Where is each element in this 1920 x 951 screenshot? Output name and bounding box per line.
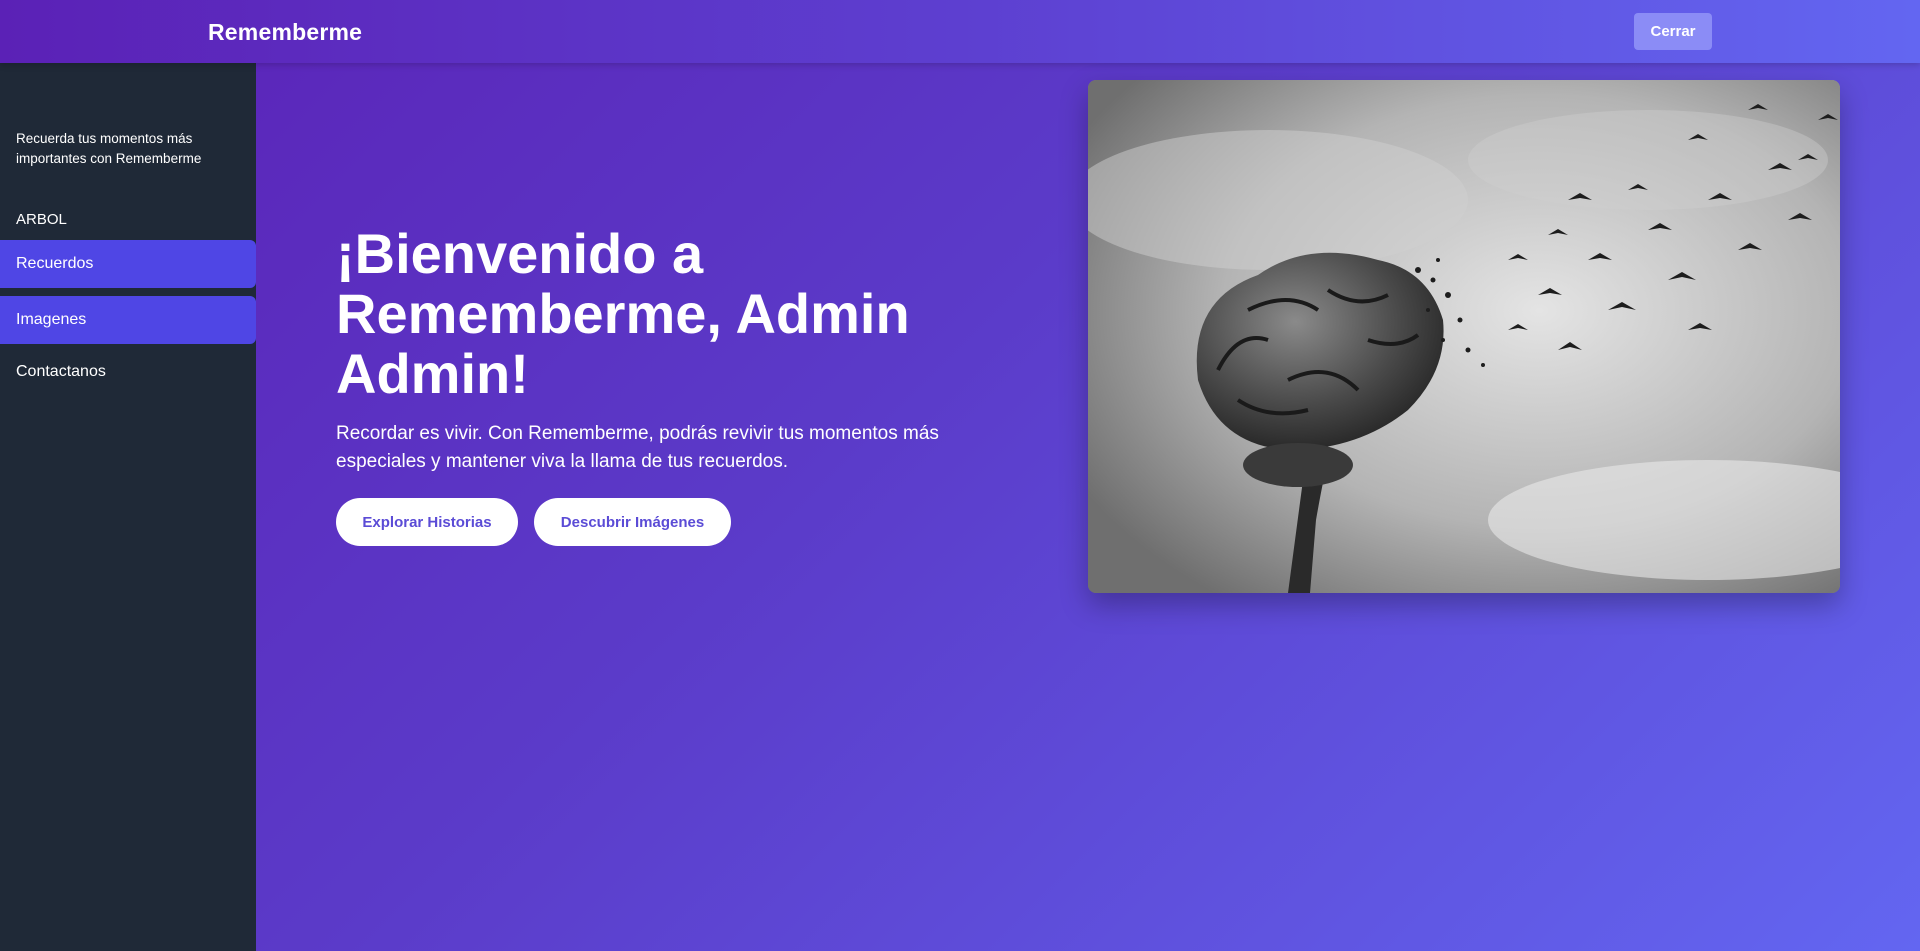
sidebar-section-label: ARBOL: [16, 211, 67, 228]
sidebar: Recuerda tus momentos más importantes co…: [0, 63, 256, 951]
hero-image: [1088, 80, 1840, 593]
sidebar-item-imagenes[interactable]: Imagenes: [0, 296, 256, 344]
hero-title: ¡Bienvenido a Rememberme, Admin Admin!: [336, 222, 910, 405]
top-bar: Rememberme Cerrar: [0, 0, 1920, 63]
sidebar-tagline: Recuerda tus momentos más importantes co…: [16, 131, 202, 166]
sidebar-item-label: Imagenes: [16, 311, 87, 328]
sidebar-item-label: Contactanos: [16, 363, 106, 380]
sidebar-item-label: Recuerdos: [16, 255, 94, 272]
explore-stories-button[interactable]: Explorar Historias: [336, 498, 518, 546]
sidebar-item-recuerdos[interactable]: Recuerdos: [0, 240, 256, 288]
close-button[interactable]: Cerrar: [1634, 13, 1712, 50]
hero-subtitle: Recordar es vivir. Con Rememberme, podrá…: [336, 423, 939, 472]
brain-dissolving-into-birds-image: [1088, 80, 1840, 593]
sidebar-item-contactanos[interactable]: Contactanos: [0, 348, 256, 396]
brand-title[interactable]: Rememberme: [208, 19, 362, 46]
discover-images-button[interactable]: Descubrir Imágenes: [534, 498, 731, 546]
